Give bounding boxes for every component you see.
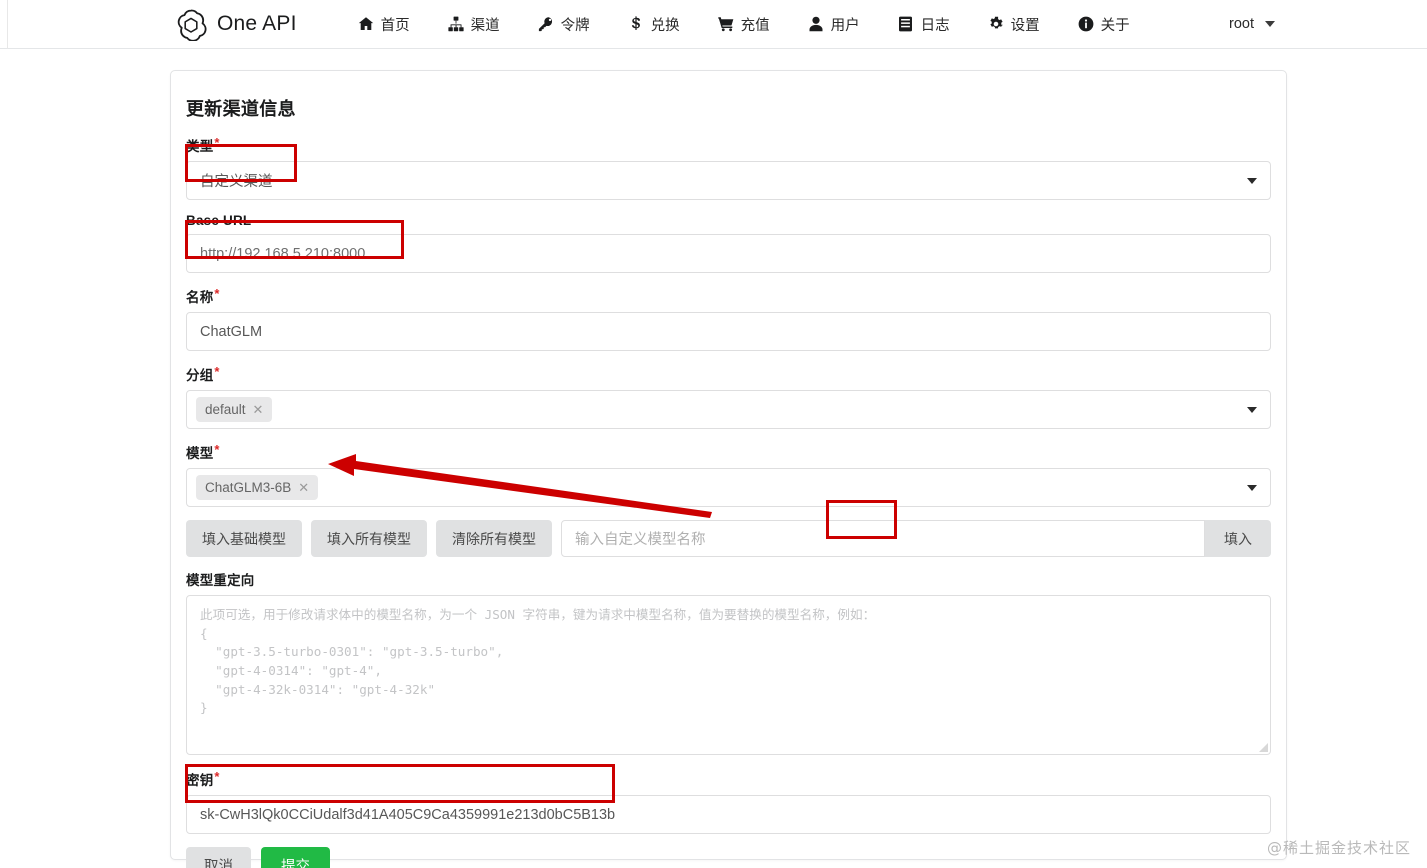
field-key: 密钥* sk-CwH3lQk0CCiUdalf3d41A405C9Ca43599… [186, 769, 1271, 834]
field-key-label-text: 密钥 [186, 773, 214, 788]
field-name-label: 名称* [186, 286, 1271, 306]
nav-item-topup-label: 充值 [740, 17, 770, 34]
chevron-down-icon[interactable] [1247, 177, 1257, 184]
model-chip-label: ChatGLM3-6B [205, 480, 292, 495]
page-root: One API 首页 渠道 令牌 兑换 充值 用户 日志 设置 关于 root … [0, 0, 1427, 868]
user-menu-label: root [1229, 16, 1254, 32]
fill-all-models-button[interactable]: 填入所有模型 [311, 520, 427, 557]
field-type-label: 类型* [186, 135, 1271, 155]
watermark: @稀土掘金技术社区 [1266, 839, 1411, 857]
field-base-url-label: Base URL [186, 213, 1271, 228]
field-group-label: 分组* [186, 364, 1271, 384]
field-base-url: Base URL http://192.168.5.210:8000 [186, 213, 1271, 273]
required-mark: * [214, 364, 220, 379]
key-value: sk-CwH3lQk0CCiUdalf3d41A405C9Ca4359991e2… [200, 806, 616, 823]
field-model-mapping-label-text: 模型重定向 [186, 573, 255, 588]
model-mapping-textarea[interactable]: 此项可选，用于修改请求体中的模型名称，为一个 JSON 字符串，键为请求中模型名… [186, 595, 1271, 755]
name-value: ChatGLM [200, 323, 263, 340]
clear-all-models-button[interactable]: 清除所有模型 [436, 520, 552, 557]
sitemap-icon [448, 16, 464, 32]
book-icon [898, 16, 914, 32]
top-navigation-bar: One API 首页 渠道 令牌 兑换 充值 用户 日志 设置 关于 root [8, 0, 1427, 49]
fill-button[interactable]: 填入 [1205, 520, 1271, 557]
nav-items: 首页 渠道 令牌 兑换 充值 用户 日志 设置 关于 [339, 0, 1149, 48]
nav-item-topup[interactable]: 充值 [699, 0, 789, 48]
required-mark: * [214, 442, 220, 457]
nav-item-settings[interactable]: 设置 [969, 0, 1059, 48]
model-chip[interactable]: ChatGLM3-6B ✕ [196, 475, 319, 500]
field-group: 分组* default ✕ [186, 364, 1271, 429]
type-select[interactable]: 自定义渠道 [186, 161, 1271, 200]
update-channel-card: 更新渠道信息 类型* 自定义渠道 Base URL http://192.168… [170, 70, 1287, 868]
required-mark: * [214, 135, 220, 150]
nav-item-users-label: 用户 [830, 17, 860, 34]
left-edge-strip [0, 0, 8, 49]
group-chip-label: default [205, 402, 246, 417]
chevron-down-icon [1265, 21, 1275, 27]
field-base-url-label-text: Base URL [186, 213, 252, 228]
model-action-buttons: 填入基础模型 填入所有模型 清除所有模型 输入自定义模型名称 填入 [186, 520, 1271, 557]
field-model-mapping: 模型重定向 此项可选，用于修改请求体中的模型名称，为一个 JSON 字符串，键为… [186, 569, 1271, 755]
key-icon [538, 16, 554, 32]
gear-icon [988, 16, 1004, 32]
required-mark: * [214, 769, 220, 784]
base-url-value: http://192.168.5.210:8000 [200, 245, 366, 262]
field-models: 模型* ChatGLM3-6B ✕ [186, 442, 1271, 507]
home-icon [358, 16, 374, 32]
info-icon [1078, 16, 1094, 32]
custom-model-input[interactable]: 输入自定义模型名称 [561, 520, 1205, 557]
nav-item-redeem-label: 兑换 [650, 17, 680, 34]
page-title: 更新渠道信息 [186, 99, 296, 119]
nav-item-token[interactable]: 令牌 [519, 0, 609, 48]
field-models-label-text: 模型 [186, 446, 214, 461]
nav-item-token-label: 令牌 [560, 17, 590, 34]
chevron-down-icon[interactable] [1247, 406, 1257, 413]
nav-item-about[interactable]: 关于 [1059, 0, 1149, 48]
nav-item-logs[interactable]: 日志 [879, 0, 969, 48]
cancel-button[interactable]: 取消 [186, 847, 251, 868]
field-name-label-text: 名称 [186, 290, 214, 305]
brand-name: One API [217, 12, 297, 35]
field-group-label-text: 分组 [186, 368, 214, 383]
nav-item-users[interactable]: 用户 [789, 0, 879, 48]
group-select[interactable]: default ✕ [186, 390, 1271, 429]
nav-item-home-label: 首页 [380, 17, 410, 34]
brand-logo-area[interactable]: One API [174, 7, 297, 42]
type-select-wrap: 自定义渠道 [186, 161, 1271, 200]
close-icon[interactable]: ✕ [298, 481, 309, 494]
user-menu[interactable]: root [1229, 16, 1275, 32]
models-select[interactable]: ChatGLM3-6B ✕ [186, 468, 1271, 507]
nav-item-home[interactable]: 首页 [339, 0, 429, 48]
nav-item-redeem[interactable]: 兑换 [609, 0, 699, 48]
form-footer-buttons: 取消 提交 [186, 847, 1271, 868]
base-url-input[interactable]: http://192.168.5.210:8000 [186, 234, 1271, 273]
nav-item-channel-label: 渠道 [470, 17, 500, 34]
user-icon [808, 16, 824, 32]
cart-icon [717, 16, 734, 32]
name-input[interactable]: ChatGLM [186, 312, 1271, 351]
key-input[interactable]: sk-CwH3lQk0CCiUdalf3d41A405C9Ca4359991e2… [186, 795, 1271, 834]
nav-item-settings-label: 设置 [1010, 17, 1040, 34]
field-name: 名称* ChatGLM [186, 286, 1271, 351]
close-icon[interactable]: ✕ [253, 403, 264, 416]
custom-model-placeholder: 输入自定义模型名称 [575, 532, 706, 548]
openai-logo-icon [174, 7, 208, 42]
nav-item-logs-label: 日志 [920, 17, 950, 34]
field-type: 类型* 自定义渠道 [186, 135, 1271, 200]
models-select-wrap: ChatGLM3-6B ✕ [186, 468, 1271, 507]
nav-item-about-label: 关于 [1100, 17, 1130, 34]
field-models-label: 模型* [186, 442, 1271, 462]
dollar-icon [628, 16, 644, 32]
chevron-down-icon[interactable] [1247, 484, 1257, 491]
nav-item-channel[interactable]: 渠道 [429, 0, 519, 48]
submit-button[interactable]: 提交 [261, 847, 330, 868]
group-select-wrap: default ✕ [186, 390, 1271, 429]
field-key-label: 密钥* [186, 769, 1271, 789]
required-mark: * [214, 286, 220, 301]
field-model-mapping-label: 模型重定向 [186, 569, 1271, 589]
fill-base-models-button[interactable]: 填入基础模型 [186, 520, 302, 557]
field-type-label-text: 类型 [186, 139, 214, 154]
type-select-value: 自定义渠道 [200, 174, 273, 190]
group-chip[interactable]: default ✕ [196, 397, 273, 422]
